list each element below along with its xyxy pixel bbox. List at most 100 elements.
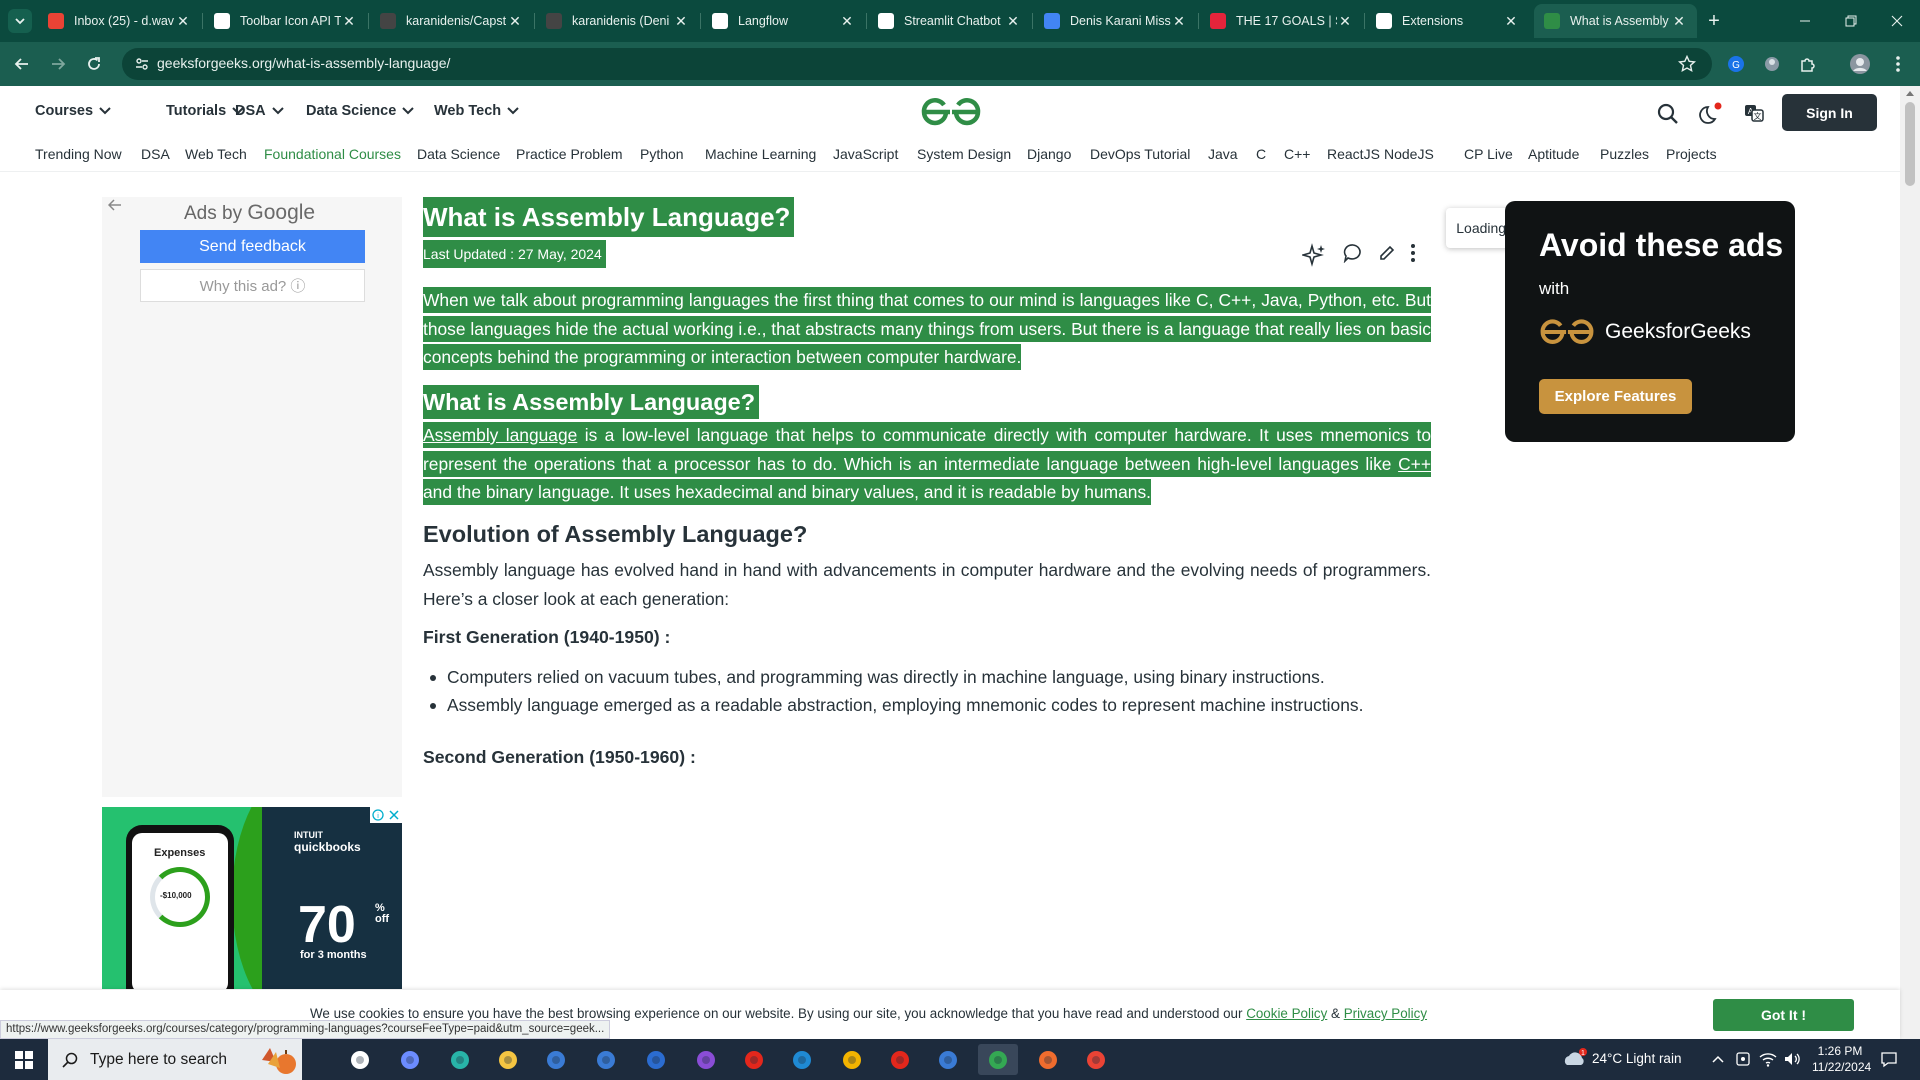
tab-close-icon[interactable]: ✕ [341, 13, 357, 29]
browser-tab[interactable]: Streamlit Chatbot ✕ [868, 4, 1031, 38]
page-scrollbar[interactable] [1900, 86, 1920, 1039]
tab-close-icon[interactable]: ✕ [1171, 13, 1187, 29]
back-button[interactable] [8, 50, 36, 78]
taskbar-app-chrome-profile[interactable] [1076, 1044, 1116, 1075]
topic-nav-item[interactable]: NodeJS [1384, 146, 1434, 162]
minimize-button[interactable] [1782, 0, 1828, 42]
start-button[interactable] [0, 1039, 48, 1080]
tab-close-icon[interactable]: ✕ [507, 13, 523, 29]
browser-tab[interactable]: karanidenis/Capst ✕ [370, 4, 533, 38]
ai-sparkle-button[interactable] [1301, 242, 1327, 268]
clock[interactable]: 1:26 PM 11/22/2024 [1812, 1043, 1871, 1075]
browser-tab[interactable]: What is Assembly ✕ [1534, 4, 1697, 38]
privacy-policy-link[interactable]: Privacy Policy [1344, 1006, 1427, 1021]
browser-menu-button[interactable] [1884, 50, 1912, 78]
topic-nav-item[interactable]: DevOps Tutorial [1090, 146, 1190, 162]
scroll-up-arrow-icon[interactable] [1905, 89, 1915, 97]
assembly-language-link[interactable]: Assembly language [423, 425, 577, 445]
browser-tab[interactable]: Denis Karani Miss ✕ [1034, 4, 1197, 38]
taskbar-app-mail[interactable] [586, 1044, 626, 1075]
back-arrow-icon[interactable] [108, 199, 122, 211]
adchoices-icon[interactable]: i [370, 807, 402, 823]
chevron-up-icon[interactable] [1712, 1055, 1724, 1063]
extensions-menu-button[interactable] [1794, 50, 1822, 78]
bookmark-star-icon[interactable] [1678, 55, 1696, 73]
nav-dsa[interactable]: DSA [235, 103, 284, 119]
topic-nav-item[interactable]: Java [1208, 146, 1238, 162]
browser-tab[interactable]: Extensions ✕ [1366, 4, 1529, 38]
taskbar-app-vscode[interactable] [782, 1044, 822, 1075]
search-icon[interactable] [1657, 103, 1679, 125]
address-bar[interactable]: geeksforgeeks.org/what-is-assembly-langu… [122, 48, 1712, 80]
explore-features-button[interactable]: Explore Features [1539, 379, 1692, 414]
taskbar-app-chrome-active[interactable] [978, 1044, 1018, 1075]
topic-nav-item[interactable]: Django [1027, 146, 1071, 162]
topic-nav-item[interactable]: Trending Now [35, 146, 122, 162]
wifi-icon[interactable] [1759, 1051, 1777, 1067]
browser-tab[interactable]: Inbox (25) - d.wav ✕ [38, 4, 201, 38]
extension-translate-button[interactable]: G [1722, 50, 1750, 78]
dark-mode-toggle[interactable] [1699, 102, 1723, 126]
new-tab-button[interactable]: + [1702, 9, 1726, 33]
topic-nav-item[interactable]: Practice Problem [516, 146, 623, 162]
nav-web-tech[interactable]: Web Tech [434, 103, 519, 119]
forward-button[interactable] [44, 50, 72, 78]
topic-nav-item[interactable]: Data Science [417, 146, 500, 162]
taskbar-app-store[interactable] [536, 1044, 576, 1075]
taskbar-app-chrome[interactable] [832, 1044, 872, 1075]
weather-text[interactable]: 24°C Light rain [1592, 1051, 1681, 1066]
topic-nav-item[interactable]: Machine Learning [705, 146, 816, 162]
nav-tutorials[interactable]: Tutorials [166, 103, 244, 119]
topic-nav-item[interactable]: Aptitude [1528, 146, 1579, 162]
notifications-icon[interactable] [1880, 1050, 1898, 1068]
quickbooks-ad[interactable]: Expenses -$10,000 INTUIT quickbooks 70 %… [102, 807, 402, 989]
taskbar-app-copilot[interactable] [390, 1044, 430, 1075]
tab-search-button[interactable] [8, 9, 32, 33]
browser-tab[interactable]: karanidenis (Deni ✕ [536, 4, 699, 38]
nav-data-science[interactable]: Data Science [306, 103, 414, 119]
profile-button[interactable] [1846, 50, 1874, 78]
tab-close-icon[interactable]: ✕ [673, 13, 689, 29]
topic-nav-item[interactable]: Projects [1666, 146, 1717, 162]
taskbar-search[interactable]: Type here to search [48, 1039, 302, 1080]
taskbar-app-clipchamp[interactable] [686, 1044, 726, 1075]
more-options-button[interactable] [1400, 240, 1426, 266]
taskbar-app-edge[interactable] [440, 1044, 480, 1075]
cpp-link[interactable]: C++ [1398, 454, 1431, 474]
topic-nav-item[interactable]: ReactJS [1327, 146, 1380, 162]
meet-now-icon[interactable] [1735, 1051, 1751, 1067]
send-feedback-button[interactable]: Send feedback [140, 230, 365, 263]
taskbar-app-file-explorer[interactable] [488, 1044, 528, 1075]
browser-tab[interactable]: Langflow ✕ [702, 4, 865, 38]
reload-button[interactable] [80, 50, 108, 78]
tab-close-icon[interactable]: ✕ [175, 13, 191, 29]
edit-button[interactable] [1374, 240, 1400, 266]
tab-close-icon[interactable]: ✕ [1671, 13, 1687, 29]
browser-tab[interactable]: THE 17 GOALS | S ✕ [1200, 4, 1363, 38]
topic-nav-item[interactable]: Web Tech [185, 146, 247, 162]
topic-nav-item[interactable]: C [1256, 146, 1266, 162]
topic-nav-item[interactable]: System Design [917, 146, 1011, 162]
language-icon[interactable]: A文 [1744, 103, 1764, 123]
volume-icon[interactable] [1783, 1051, 1801, 1067]
taskbar-app-opera[interactable] [734, 1044, 774, 1075]
restore-button[interactable] [1828, 0, 1874, 42]
sign-in-button[interactable]: Sign In [1782, 94, 1877, 131]
topic-nav-item[interactable]: CP Live [1464, 146, 1513, 162]
scrollbar-thumb[interactable] [1905, 102, 1915, 186]
tab-close-icon[interactable]: ✕ [839, 13, 855, 29]
extension-button[interactable] [1758, 50, 1786, 78]
nav-courses[interactable]: Courses [35, 103, 111, 119]
taskbar-app-postman[interactable] [1028, 1044, 1068, 1075]
topic-nav-item[interactable]: Puzzles [1600, 146, 1649, 162]
gfg-logo[interactable] [920, 96, 982, 128]
cookie-policy-link[interactable]: Cookie Policy [1246, 1006, 1327, 1021]
why-this-ad-button[interactable]: Why this ad? ⓘ [140, 269, 365, 302]
taskbar-app-defender[interactable] [928, 1044, 968, 1075]
comment-button[interactable] [1340, 240, 1366, 266]
topic-nav-item[interactable]: C++ [1284, 146, 1310, 162]
topic-nav-item[interactable]: Python [640, 146, 684, 162]
taskbar-app-copilot-app[interactable] [636, 1044, 676, 1075]
browser-tab[interactable]: Toolbar Icon API T ✕ [204, 4, 367, 38]
topic-nav-item[interactable]: DSA [141, 146, 170, 162]
